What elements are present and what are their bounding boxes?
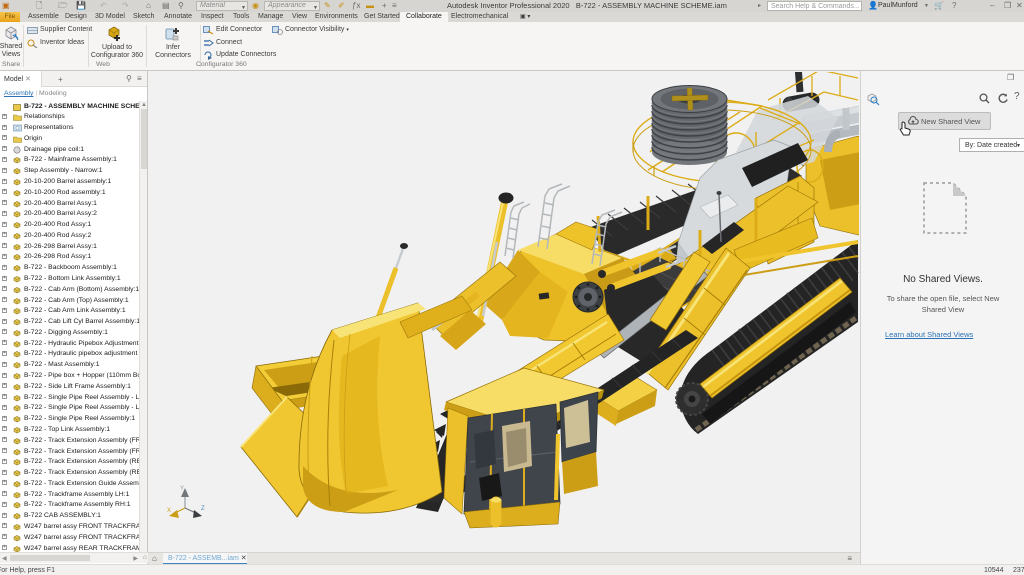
svg-text:Y: Y [180, 486, 184, 492]
svg-text:X: X [167, 508, 171, 514]
svg-text:Z: Z [201, 506, 205, 512]
